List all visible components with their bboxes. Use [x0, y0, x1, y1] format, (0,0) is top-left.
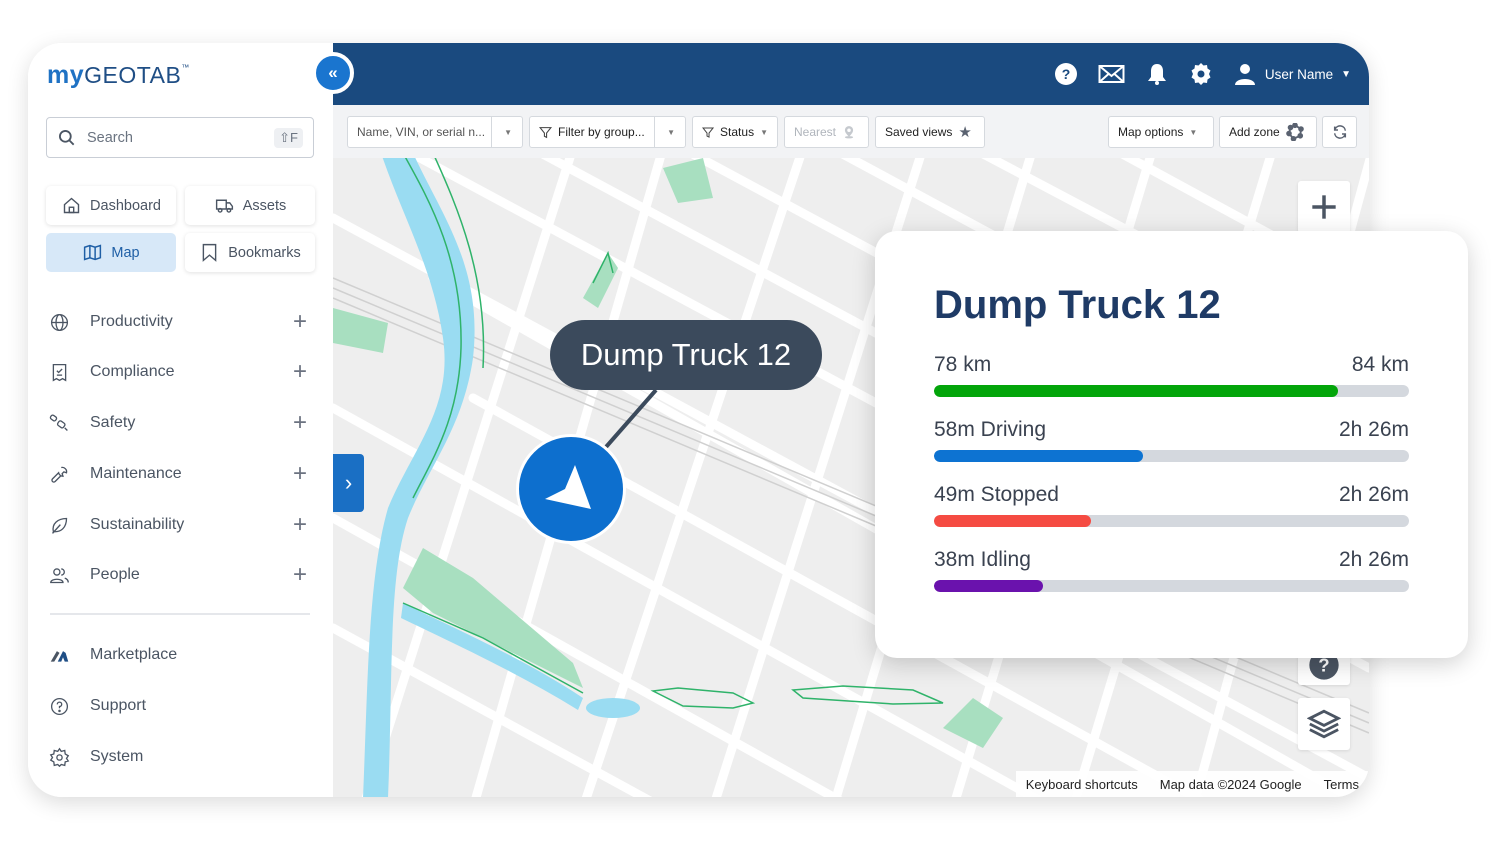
home-icon: [63, 197, 80, 214]
dashboard-button[interactable]: Dashboard: [46, 186, 176, 225]
expand-plus-icon[interactable]: +: [293, 310, 307, 334]
expand-plus-icon[interactable]: +: [293, 462, 307, 486]
distance-metric: 78 km 84 km: [934, 353, 1409, 397]
vehicle-marker[interactable]: [516, 434, 626, 544]
sidebar-item-people[interactable]: People +: [28, 555, 333, 595]
sidebar-item-safety[interactable]: Safety +: [28, 403, 333, 443]
driving-progress-fill: [934, 450, 1143, 462]
idling-progress-fill: [934, 580, 1044, 592]
stopped-metric: 49m Stopped 2h 26m: [934, 483, 1409, 527]
sidebar-item-system[interactable]: System: [28, 737, 333, 777]
sidebar-item-maintenance[interactable]: Maintenance +: [28, 454, 333, 494]
gear-icon: [48, 746, 70, 768]
distance-progress-bar: [934, 385, 1409, 397]
sidebar-item-productivity[interactable]: Productivity +: [28, 302, 333, 342]
vehicle-summary-card: Dump Truck 12 78 km 84 km 58m Driving 2h 2…: [875, 231, 1468, 658]
search-field[interactable]: ⇧F: [46, 117, 314, 158]
marketplace-icon: [48, 644, 70, 666]
map-button[interactable]: Map: [46, 233, 176, 272]
assets-button[interactable]: Assets: [185, 186, 315, 225]
expand-plus-icon[interactable]: +: [293, 513, 307, 537]
bookmarks-button[interactable]: Bookmarks: [185, 233, 315, 272]
wrench-icon: [48, 463, 70, 485]
card-title: Dump Truck 12: [934, 283, 1221, 327]
clipboard-icon: [48, 361, 70, 383]
truck-icon: [215, 199, 233, 213]
bookmark-icon: [202, 243, 217, 262]
search-icon: [58, 129, 75, 145]
stopped-progress-bar: [934, 515, 1409, 527]
stopped-progress-fill: [934, 515, 1091, 527]
globe-icon: [48, 311, 70, 333]
idling-progress-bar: [934, 580, 1409, 592]
leaf-icon: [48, 514, 70, 536]
search-input[interactable]: [87, 129, 275, 146]
sidebar: myGEOTAB™ ⇧F Dashboard Assets Map Bookma…: [28, 43, 333, 797]
sidebar-divider: [50, 613, 310, 615]
people-icon: [48, 564, 70, 586]
sidebar-item-sustainability[interactable]: Sustainability +: [28, 505, 333, 545]
direction-arrow-icon: [545, 465, 591, 509]
search-shortcut-hint: ⇧F: [274, 127, 303, 148]
double-chevron-left-icon: «: [328, 63, 338, 82]
sidebar-item-support[interactable]: Support: [28, 686, 333, 726]
expand-plus-icon[interactable]: +: [293, 563, 307, 587]
seatbelt-icon: [48, 412, 70, 434]
expand-plus-icon[interactable]: +: [293, 360, 307, 384]
idling-metric: 38m Idling 2h 26m: [934, 548, 1409, 592]
distance-progress-fill: [934, 385, 1338, 397]
vehicle-map-label[interactable]: Dump Truck 12: [550, 320, 822, 390]
collapse-sidebar-button[interactable]: «: [312, 52, 354, 94]
sidebar-item-marketplace[interactable]: Marketplace: [28, 635, 333, 675]
help-circle-icon: [48, 695, 70, 717]
map-icon: [84, 244, 102, 261]
driving-progress-bar: [934, 450, 1409, 462]
chevron-right-icon: ›: [344, 470, 353, 495]
expand-panel-button[interactable]: ›: [333, 454, 364, 512]
expand-plus-icon[interactable]: +: [293, 411, 307, 435]
driving-metric: 58m Driving 2h 26m: [934, 418, 1409, 462]
sidebar-item-compliance[interactable]: Compliance +: [28, 352, 333, 392]
mygeotab-logo[interactable]: myGEOTAB™: [47, 61, 190, 90]
